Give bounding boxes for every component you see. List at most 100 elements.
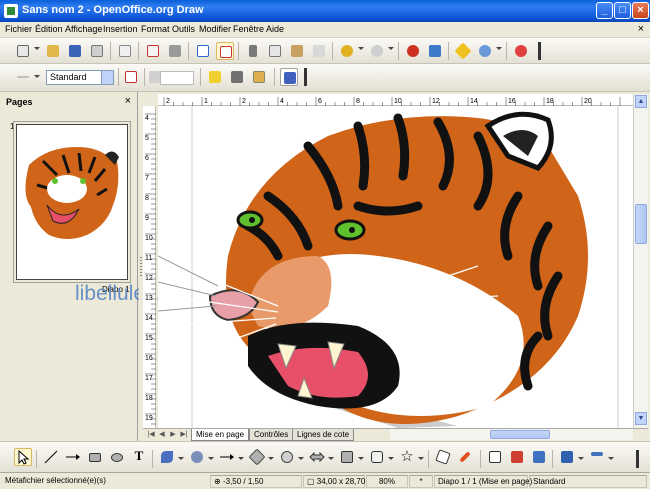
callouts-dropdown-icon[interactable] <box>388 457 394 460</box>
block-arrows-icon[interactable] <box>308 448 326 466</box>
fontwork-icon[interactable] <box>486 448 504 466</box>
glue-points-icon[interactable] <box>456 448 474 466</box>
status-zoom[interactable]: 80% <box>366 475 408 488</box>
first-tab-icon[interactable]: |◀ <box>146 430 156 440</box>
effects-dropdown-icon[interactable] <box>578 457 584 460</box>
tab-mise-en-page[interactable]: Mise en page <box>191 429 250 441</box>
area-icon[interactable] <box>250 68 268 86</box>
clone-formatting-icon[interactable] <box>310 42 328 60</box>
stars-icon[interactable]: ☆ <box>398 448 416 466</box>
ellipse-icon[interactable] <box>108 448 126 466</box>
chevron-down-icon[interactable] <box>101 71 113 84</box>
print-icon[interactable] <box>166 42 184 60</box>
help-icon[interactable] <box>512 42 530 60</box>
document-close-icon[interactable]: × <box>638 23 644 35</box>
copy-icon[interactable] <box>266 42 284 60</box>
new-document-icon[interactable] <box>14 42 32 60</box>
email-icon[interactable] <box>88 42 106 60</box>
symbol-shapes-dropdown-icon[interactable] <box>298 457 304 460</box>
close-icon[interactable]: × <box>125 95 131 107</box>
line-arrow-icon[interactable] <box>64 448 82 466</box>
vertical-ruler[interactable]: 4 5 6 7 8 9 10 11 12 13 14 15 16 17 18 19 <box>143 106 156 428</box>
menu-aide[interactable]: Aide <box>266 24 284 34</box>
stars-dropdown-icon[interactable] <box>418 457 424 460</box>
gallery-icon[interactable] <box>530 448 548 466</box>
next-tab-icon[interactable]: ▶ <box>168 430 178 440</box>
zoom-icon[interactable] <box>476 42 494 60</box>
export-pdf-icon[interactable] <box>144 42 162 60</box>
undo-dropdown-icon[interactable] <box>358 47 364 50</box>
open-icon[interactable] <box>44 42 62 60</box>
prev-tab-icon[interactable]: ◀ <box>157 430 167 440</box>
save-icon[interactable] <box>66 42 84 60</box>
select-pointer-icon[interactable] <box>14 448 32 466</box>
connector-icon[interactable] <box>188 448 206 466</box>
chart-icon[interactable] <box>404 42 422 60</box>
curve-icon[interactable] <box>158 448 176 466</box>
flowchart-dropdown-icon[interactable] <box>358 457 364 460</box>
menu-insertion[interactable]: Insertion <box>103 24 138 34</box>
vertical-scrollbar[interactable]: ▲ ▼ <box>633 94 648 428</box>
shadow-icon[interactable] <box>228 68 246 86</box>
text-icon[interactable]: T <box>130 448 148 466</box>
paint-bucket-icon[interactable] <box>206 68 224 86</box>
menu-format[interactable]: Format <box>141 24 170 34</box>
vertical-scroll-thumb[interactable] <box>635 204 647 244</box>
basic-shapes-dropdown-icon[interactable] <box>268 457 274 460</box>
tiger-drawing[interactable] <box>158 106 633 428</box>
style-select[interactable]: Standard <box>46 70 114 85</box>
align-icon[interactable] <box>588 448 606 466</box>
undo-icon[interactable] <box>338 42 356 60</box>
spellcheck-icon[interactable] <box>194 42 212 60</box>
tab-lignes-de-cote[interactable]: Lignes de cote <box>292 429 355 441</box>
tab-controles[interactable]: Contrôles <box>249 429 294 441</box>
zoom-dropdown-icon[interactable] <box>496 47 502 50</box>
menu-fichier[interactable]: Fichier <box>5 24 32 34</box>
horizontal-scrollbar[interactable] <box>390 429 633 440</box>
menu-outils[interactable]: Outils <box>172 24 195 34</box>
symbol-shapes-icon[interactable] <box>278 448 296 466</box>
menu-modifier[interactable]: Modifier <box>199 24 231 34</box>
styles-formatting-icon[interactable] <box>122 68 140 86</box>
autospellcheck-icon[interactable] <box>216 42 234 60</box>
insert-image-icon[interactable] <box>426 42 444 60</box>
redo-dropdown-icon[interactable] <box>388 47 394 50</box>
new-dropdown-icon[interactable] <box>34 47 40 50</box>
paste-icon[interactable] <box>288 42 306 60</box>
graphics-filter-icon[interactable] <box>280 68 298 86</box>
line-style-icon[interactable] <box>14 68 32 86</box>
scroll-down-icon[interactable]: ▼ <box>635 412 647 425</box>
curve-dropdown-icon[interactable] <box>178 457 184 460</box>
block-arrows-dropdown-icon[interactable] <box>328 457 334 460</box>
menu-edition[interactable]: Édition <box>35 24 63 34</box>
drawing-canvas[interactable] <box>158 106 633 428</box>
points-icon[interactable] <box>434 448 452 466</box>
flowchart-icon[interactable] <box>338 448 356 466</box>
cut-icon[interactable] <box>244 42 262 60</box>
callouts-icon[interactable] <box>368 448 386 466</box>
lines-arrows-icon[interactable] <box>218 448 236 466</box>
scroll-up-icon[interactable]: ▲ <box>635 95 647 108</box>
menu-fenetre[interactable]: Fenêtre <box>233 24 264 34</box>
last-tab-icon[interactable]: ▶| <box>179 430 189 440</box>
navigator-icon[interactable] <box>454 42 472 60</box>
horizontal-scroll-thumb[interactable] <box>490 430 550 439</box>
close-button[interactable]: × <box>632 2 649 19</box>
maximize-button[interactable]: □ <box>614 2 631 19</box>
effects-icon[interactable] <box>558 448 576 466</box>
line-icon[interactable] <box>42 448 60 466</box>
from-file-icon[interactable] <box>508 448 526 466</box>
menu-affichage[interactable]: Affichage <box>65 24 102 34</box>
line-width-field[interactable] <box>160 71 194 85</box>
lines-dropdown-icon[interactable] <box>238 457 244 460</box>
redo-icon[interactable] <box>368 42 386 60</box>
edit-file-icon[interactable] <box>116 42 134 60</box>
connector-dropdown-icon[interactable] <box>208 457 214 460</box>
align-dropdown-icon[interactable] <box>608 457 614 460</box>
rectangle-icon[interactable] <box>86 448 104 466</box>
window-titlebar[interactable]: Sans nom 2 - OpenOffice.org Draw _ □ × <box>0 0 650 22</box>
page-thumbnail[interactable] <box>16 124 128 280</box>
line-style-dropdown-icon[interactable] <box>34 75 40 78</box>
basic-shapes-icon[interactable] <box>248 448 266 466</box>
horizontal-ruler[interactable]: 2 1 2 4 6 8 10 12 14 16 18 20 <box>158 94 633 106</box>
